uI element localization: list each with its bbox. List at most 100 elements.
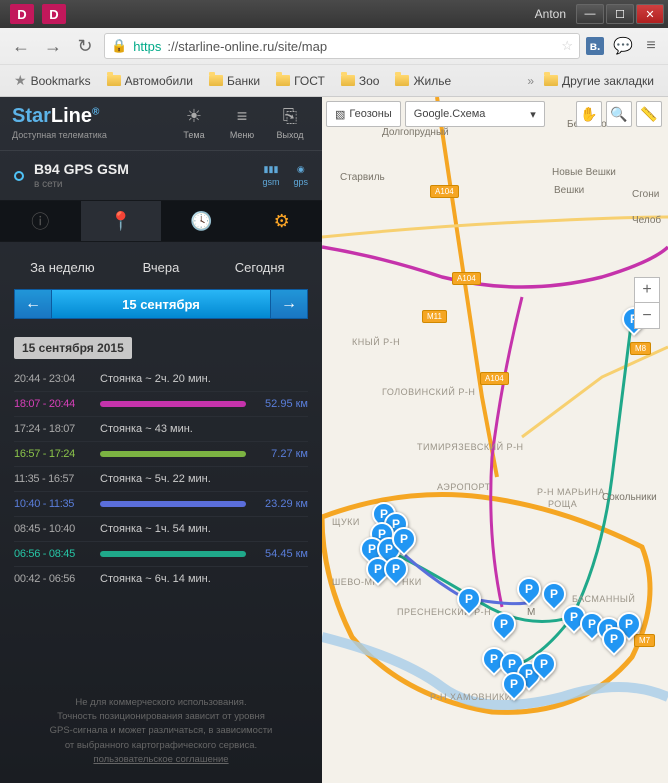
date-prev-button[interactable]: ← (14, 289, 52, 319)
map-label: М (527, 607, 535, 618)
pin-icon: P (487, 607, 521, 641)
trip-time: 16:57 - 17:24 (14, 448, 92, 460)
road-badge: A104 (480, 372, 509, 385)
parking-marker[interactable]: P (602, 627, 626, 657)
layer-select[interactable]: Google.Схема▾ (405, 101, 545, 127)
user-label[interactable]: Anton (535, 7, 566, 21)
pin-icon: P (527, 647, 561, 681)
bookmark-item[interactable]: Автомобили (101, 71, 199, 91)
trip-time: 10:40 - 11:35 (14, 498, 92, 510)
zoom-box-button[interactable]: 🔍 (606, 101, 632, 127)
window-close-button[interactable]: ✕ (636, 4, 664, 24)
other-bookmarks[interactable]: Другие закладки (538, 71, 660, 91)
pin-icon: P (387, 522, 421, 556)
parking-marker[interactable]: P (457, 587, 481, 617)
map-label: Вешки (554, 185, 584, 196)
parking-marker[interactable]: P (392, 527, 416, 557)
parking-marker[interactable]: P (384, 557, 408, 587)
ext-chat-icon[interactable]: 💬 (614, 37, 632, 55)
tab-location[interactable]: 📍 (81, 201, 162, 241)
browser-menu-button[interactable]: ≡ (642, 37, 660, 55)
tab-info[interactable]: ⓘ (0, 201, 81, 241)
tab-icon[interactable]: D (42, 4, 66, 24)
trip-text: Стоянка ~ 43 мин. (100, 423, 308, 435)
trip-row[interactable]: 11:35 - 16:57Стоянка ~ 5ч. 22 мин. (14, 466, 308, 491)
trip-text: Стоянка ~ 6ч. 14 мин. (100, 573, 308, 585)
theme-button[interactable]: ☀Тема (174, 106, 214, 140)
date-current[interactable]: 15 сентября (52, 289, 270, 319)
menu-button[interactable]: ≡Меню (222, 106, 262, 140)
browser-chrome: D D Anton — ☐ ✕ ← → ↻ 🔒 https://starline… (0, 0, 668, 97)
trip-row[interactable]: 10:40 - 11:3523.29 км (14, 491, 308, 516)
gps-signal: ◉gps (293, 164, 308, 187)
pin-icon: P (497, 667, 531, 701)
back-button[interactable]: ← (8, 33, 34, 59)
app-content: StarLine® Доступная телематика ☀Тема ≡Ме… (0, 97, 668, 783)
bookmark-star-icon[interactable]: ☆ (561, 38, 573, 54)
map-label: Новые Вешки (552, 167, 616, 178)
tab-settings[interactable]: ⚙ (242, 201, 323, 241)
nav-row: ← → ↻ 🔒 https://starline-online.ru/site/… (0, 28, 668, 64)
range-week-button[interactable]: За неделю (14, 256, 111, 279)
bookmark-item[interactable]: ГОСТ (270, 71, 331, 91)
tab-history[interactable]: 🕓 (161, 201, 242, 241)
device-row[interactable]: B94 GPS GSM в сети ▮▮▮gsm ◉gps (0, 151, 322, 201)
trip-row[interactable]: 20:44 - 23:04Стоянка ~ 2ч. 20 мин. (14, 367, 308, 391)
bookmark-item[interactable]: Зоо (335, 71, 386, 91)
trip-row[interactable]: 00:42 - 06:56Стоянка ~ 6ч. 14 мин. (14, 566, 308, 591)
disclaimer: Не для коммерческого использования. Точн… (0, 684, 322, 783)
map-label: БАСМАННЫЙ (572, 594, 635, 604)
bookmark-item[interactable]: Банки (203, 71, 266, 91)
map-routes (322, 97, 668, 783)
device-status: в сети (34, 179, 262, 190)
trip-time: 08:45 - 10:40 (14, 523, 92, 535)
zoom-out-button[interactable]: − (634, 303, 660, 329)
zoom-in-button[interactable]: + (634, 277, 660, 303)
folder-icon (395, 75, 409, 86)
user-agreement-link[interactable]: пользовательское соглашение (18, 753, 304, 767)
exit-icon: ⎘ (283, 106, 297, 127)
address-bar[interactable]: 🔒 https://starline-online.ru/site/map ☆ (104, 33, 580, 59)
forward-button[interactable]: → (40, 33, 66, 59)
map-label: ГОЛОВИНСКИЙ Р-Н (382, 387, 475, 397)
window-minimize-button[interactable]: — (576, 4, 604, 24)
bookmark-item[interactable]: ★Bookmarks (8, 69, 97, 92)
window-maximize-button[interactable]: ☐ (606, 4, 634, 24)
map-tools: ✋ 🔍 📏 (576, 101, 662, 127)
pan-tool-button[interactable]: ✋ (576, 101, 602, 127)
date-next-button[interactable]: → (270, 289, 308, 319)
pin-icon: P (379, 552, 413, 586)
trip-row[interactable]: 17:24 - 18:07 Стоянка ~ 43 мин. (14, 416, 308, 441)
trip-row[interactable]: 16:57 - 17:247.27 км (14, 441, 308, 466)
ruler-button[interactable]: 📏 (636, 101, 662, 127)
ext-vk-icon[interactable]: в. (586, 37, 604, 55)
trip-row[interactable]: 08:45 - 10:40 Стоянка ~ 1ч. 54 мин. (14, 516, 308, 541)
trip-row[interactable]: 18:07 - 20:4452.95 км (14, 391, 308, 416)
gps-icon: ◉ (297, 164, 305, 175)
lock-icon: 🔒 (111, 38, 127, 54)
reload-button[interactable]: ↻ (72, 33, 98, 59)
trip-time: 17:24 - 18:07 (14, 423, 92, 435)
trip-row[interactable]: 06:56 - 08:4554.45 км (14, 541, 308, 566)
geozone-icon: ▧ (335, 108, 345, 121)
folder-icon (209, 75, 223, 86)
range-today-button[interactable]: Сегодня (211, 256, 308, 279)
trip-time: 20:44 - 23:04 (14, 373, 92, 385)
pin-icon: P (512, 572, 546, 606)
bookmark-item[interactable]: Жилье (389, 71, 457, 91)
parking-marker[interactable]: P (502, 672, 526, 702)
parking-marker[interactable]: P (517, 577, 541, 607)
parking-marker[interactable]: P (492, 612, 516, 642)
map-label: РОЩА (548, 499, 577, 509)
tab-icon[interactable]: D (10, 4, 34, 24)
map-canvas[interactable]: ▧Геозоны Google.Схема▾ ✋ 🔍 📏 + − Старвил… (322, 97, 668, 783)
trip-distance: 54.45 км (254, 548, 308, 560)
exit-button[interactable]: ⎘Выход (270, 106, 310, 140)
url-text: ://starline-online.ru/site/map (167, 39, 327, 54)
trip-text: Стоянка ~ 1ч. 54 мин. (100, 523, 308, 535)
bookmarks-overflow-button[interactable]: » (527, 74, 534, 88)
geozones-button[interactable]: ▧Геозоны (326, 101, 401, 127)
range-yesterday-button[interactable]: Вчера (113, 256, 210, 279)
parking-marker[interactable]: P (532, 652, 556, 682)
range-selector: За неделю Вчера Сегодня (0, 242, 322, 289)
